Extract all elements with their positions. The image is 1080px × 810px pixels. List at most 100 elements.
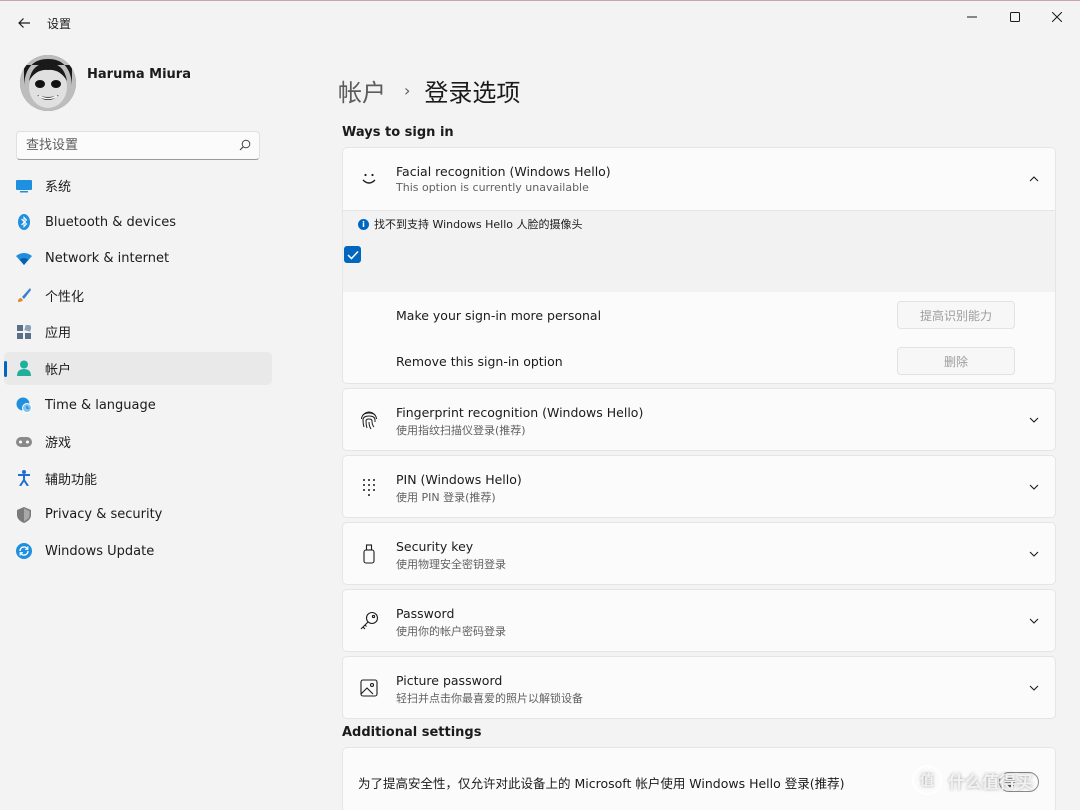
- sidebar-item-privacy[interactable]: Privacy & security: [4, 498, 272, 531]
- sidebar-item-time-language[interactable]: Time & language: [4, 389, 272, 422]
- key-icon: [358, 610, 380, 632]
- ways-to-sign-in-title: Ways to sign in: [342, 125, 454, 140]
- security-key-card[interactable]: Security key 使用物理安全密钥登录: [342, 522, 1056, 585]
- sidebar-item-gaming[interactable]: 游戏: [4, 425, 272, 458]
- bluetooth-icon: [16, 214, 32, 231]
- pin-keypad-icon: [358, 476, 380, 498]
- facial-recognition-card: Facial recognition (Windows Hello) This …: [342, 147, 1056, 384]
- smile-face-icon: [358, 168, 380, 190]
- picture-password-card[interactable]: Picture password 轻扫并点击你最喜爱的照片以解锁设备: [342, 656, 1056, 719]
- maximize-icon: [1010, 12, 1020, 22]
- wifi-icon: [16, 251, 32, 267]
- search-icon[interactable]: [239, 139, 251, 151]
- app-title: 设置: [47, 17, 72, 31]
- globe-clock-icon: [16, 397, 32, 414]
- person-icon: [16, 360, 32, 377]
- breadcrumb-separator: ›: [404, 81, 411, 100]
- arrow-left-icon: [18, 18, 30, 28]
- pin-subtitle: 使用 PIN 登录(推荐): [396, 491, 496, 504]
- back-button[interactable]: [12, 11, 36, 35]
- info-icon: i: [358, 218, 369, 230]
- remove-button[interactable]: 删除: [897, 347, 1015, 375]
- watermark-logo: 值: [912, 765, 942, 795]
- security-key-title: Security key: [396, 539, 474, 554]
- sidebar-item-bluetooth[interactable]: Bluetooth & devices: [4, 206, 272, 239]
- close-icon: [1052, 12, 1062, 22]
- checkmark-icon: [346, 250, 359, 260]
- maximize-button[interactable]: [995, 5, 1035, 29]
- sidebar-item-label: 系统: [45, 180, 72, 195]
- improve-recognition-button[interactable]: 提高识别能力: [897, 301, 1015, 329]
- picture-icon: [358, 677, 380, 699]
- sidebar-item-label: 应用: [45, 326, 72, 342]
- chevron-down-icon[interactable]: [1027, 413, 1041, 427]
- sidebar-item-label: Privacy & security: [45, 507, 163, 523]
- picture-password-subtitle: 轻扫并点击你最喜爱的照片以解锁设备: [396, 692, 583, 705]
- sidebar-item-label: 个性化: [45, 289, 85, 305]
- minimize-button[interactable]: [952, 5, 992, 29]
- page-title: 登录选项: [424, 79, 521, 107]
- sidebar-item-accessibility[interactable]: 辅助功能: [4, 462, 272, 495]
- facial-checkbox[interactable]: [344, 246, 361, 263]
- sidebar-item-windows-update[interactable]: Windows Update: [4, 535, 272, 568]
- usb-key-icon: [358, 543, 380, 565]
- personal-sign-in-label: Make your sign-in more personal: [396, 308, 602, 323]
- sidebar-item-label: 游戏: [45, 436, 72, 452]
- brush-icon: [16, 287, 32, 303]
- user-name: Haruma Miura: [87, 67, 191, 82]
- personal-sign-in-row: Make your sign-in more personal 提高识别能力: [343, 293, 1055, 339]
- chevron-down-icon[interactable]: [1027, 547, 1041, 561]
- sidebar-item-label: 辅助功能: [45, 472, 98, 488]
- fingerprint-icon: [358, 409, 380, 431]
- watermark: 值 什么值得买: [912, 765, 1033, 795]
- camera-info-text: 找不到支持 Windows Hello 人脸的摄像头: [374, 218, 583, 231]
- fingerprint-card[interactable]: Fingerprint recognition (Windows Hello) …: [342, 388, 1056, 451]
- breadcrumb-parent[interactable]: 帐户: [338, 73, 386, 108]
- chevron-down-icon[interactable]: [1027, 614, 1041, 628]
- chevron-up-icon[interactable]: [1027, 172, 1041, 186]
- shield-icon: [16, 506, 32, 523]
- fingerprint-subtitle: 使用指纹扫描仪登录(推荐): [396, 424, 526, 437]
- close-button[interactable]: [1037, 5, 1077, 29]
- chevron-down-icon[interactable]: [1027, 681, 1041, 695]
- sidebar-nav: 系统 Bluetooth & devices Network & interne…: [4, 169, 272, 572]
- sidebar-item-label: Bluetooth & devices: [45, 214, 176, 230]
- sidebar-item-system[interactable]: 系统: [4, 169, 272, 202]
- fingerprint-title: Fingerprint recognition (Windows Hello): [396, 405, 644, 420]
- search-input[interactable]: [17, 132, 227, 159]
- windows-hello-only-text: 为了提高安全性，仅允许对此设备上的 Microsoft 帐户使用 Windows…: [358, 776, 845, 791]
- minimize-icon: [967, 16, 977, 18]
- facial-recognition-title: Facial recognition (Windows Hello): [396, 164, 611, 179]
- additional-settings-title: Additional settings: [342, 725, 482, 740]
- sidebar-item-label: 帐户: [45, 362, 72, 378]
- update-icon: [16, 543, 32, 560]
- facial-recognition-details: i 找不到支持 Windows Hello 人脸的摄像头: [343, 210, 1055, 292]
- sidebar-item-label: Time & language: [45, 397, 156, 413]
- title-bar: 设置: [0, 1, 1080, 45]
- monitor-icon: [16, 178, 32, 194]
- pin-title: PIN (Windows Hello): [396, 472, 522, 487]
- facial-recognition-header[interactable]: Facial recognition (Windows Hello) This …: [343, 148, 1055, 210]
- sidebar-item-label: Network & internet: [45, 251, 170, 267]
- accessibility-icon: [16, 470, 32, 487]
- avatar[interactable]: [20, 55, 76, 111]
- password-subtitle: 使用你的帐户密码登录: [396, 625, 506, 638]
- pin-card[interactable]: PIN (Windows Hello) 使用 PIN 登录(推荐): [342, 455, 1056, 518]
- picture-password-title: Picture password: [396, 673, 503, 688]
- apps-icon: [16, 324, 32, 340]
- security-key-subtitle: 使用物理安全密钥登录: [396, 558, 506, 571]
- watermark-text: 什么值得买: [948, 772, 1033, 793]
- password-title: Password: [396, 606, 455, 621]
- chevron-down-icon[interactable]: [1027, 480, 1041, 494]
- remove-sign-in-row: Remove this sign-in option 删除: [343, 339, 1055, 385]
- sidebar-item-apps[interactable]: 应用: [4, 315, 272, 348]
- remove-sign-in-label: Remove this sign-in option: [396, 354, 563, 369]
- password-card[interactable]: Password 使用你的帐户密码登录: [342, 589, 1056, 652]
- sidebar-item-label: Windows Update: [45, 543, 155, 559]
- breadcrumb: 帐户 › 登录选项: [338, 73, 520, 108]
- sidebar-item-personalization[interactable]: 个性化: [4, 279, 272, 312]
- sidebar-item-accounts[interactable]: 帐户: [4, 351, 272, 385]
- sidebar-item-network[interactable]: Network & internet: [4, 242, 272, 275]
- search-box[interactable]: [16, 131, 260, 160]
- camera-info-message: i 找不到支持 Windows Hello 人脸的摄像头: [358, 216, 582, 232]
